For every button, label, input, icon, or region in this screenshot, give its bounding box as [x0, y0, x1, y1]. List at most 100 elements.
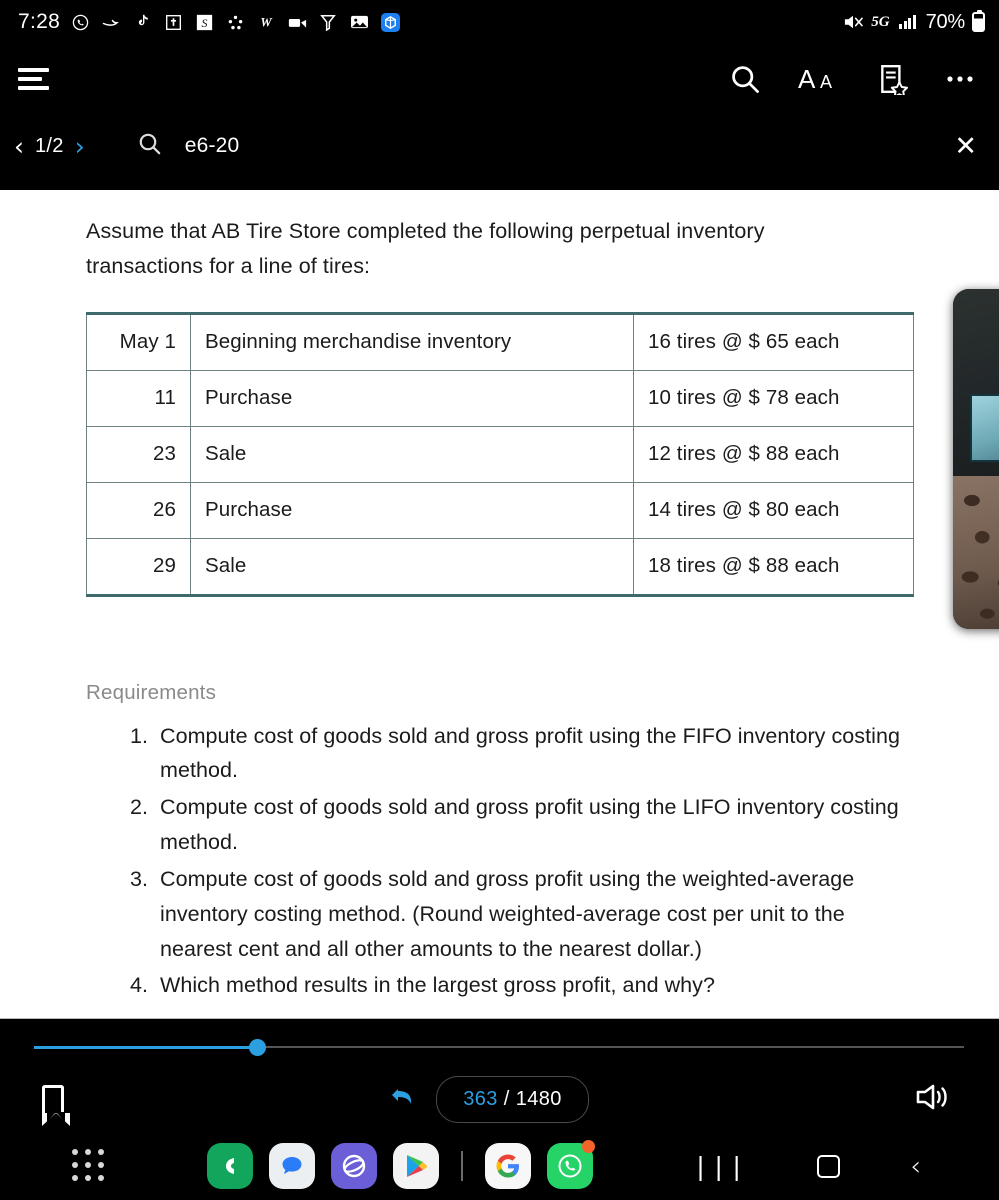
cell-description: Beginning merchandise inventory [190, 311, 634, 371]
list-item: Which method results in the largest gros… [154, 968, 913, 1003]
table-row: 26 Purchase 14 tires @ $ 80 each [86, 481, 914, 539]
table-row: 11 Purchase 10 tires @ $ 78 each [86, 369, 914, 427]
cell-description: Sale [190, 537, 634, 597]
table-row: 23 Sale 12 tires @ $ 88 each [86, 425, 914, 483]
bookmark-list-icon[interactable] [877, 63, 909, 95]
app-toolbar: AA [0, 48, 999, 110]
font-size-icon[interactable]: AA [797, 64, 841, 94]
problem-intro-text: Assume that AB Tire Store completed the … [86, 219, 765, 278]
cell-amount: 14 tires @ $ 80 each [633, 481, 914, 539]
find-previous-button[interactable]: ‹ [14, 134, 24, 159]
svg-text:A: A [798, 64, 816, 94]
smartthings-icon [224, 11, 246, 33]
cell-date: 26 [86, 481, 191, 539]
network-type-label: 5G [871, 13, 890, 30]
gallery-icon [348, 11, 370, 33]
inventory-transactions-table: May 1 Beginning merchandise inventory 16… [86, 311, 914, 597]
find-match-counter: 1/2 [35, 134, 64, 157]
signal-strength-icon [897, 11, 919, 33]
cell-amount: 12 tires @ $ 88 each [633, 425, 914, 483]
blue-app-icon [379, 11, 401, 33]
arrow-icon [100, 11, 122, 33]
find-query-group[interactable]: e6-20 [137, 131, 240, 162]
mute-icon [842, 11, 864, 33]
table-body: May 1 Beginning merchandise inventory 16… [86, 311, 914, 597]
document-content: Assume that AB Tire Store completed the … [0, 190, 999, 1005]
messages-app-icon[interactable] [268, 1143, 315, 1189]
toolbar-actions: AA [729, 63, 977, 95]
current-page-number: 363 [463, 1087, 498, 1110]
samsung-notes-icon: S [193, 11, 215, 33]
document-page[interactable]: Assume that AB Tire Store completed the … [0, 190, 999, 1018]
pip-video-screen [970, 394, 999, 463]
whatsapp-icon [69, 11, 91, 33]
google-app-icon[interactable] [484, 1143, 531, 1189]
dock-divider [460, 1151, 463, 1181]
cell-description: Purchase [190, 369, 634, 427]
cell-amount: 18 tires @ $ 88 each [633, 537, 914, 597]
app-drawer-icon[interactable] [72, 1149, 106, 1183]
page-indicator-group: 363 / 1480 [64, 1075, 913, 1123]
pip-video-lower [953, 476, 999, 629]
requirements-list: Compute cost of goods sold and gross pro… [86, 719, 913, 1004]
cell-description: Purchase [190, 481, 634, 539]
cell-amount: 10 tires @ $ 78 each [633, 369, 914, 427]
home-button[interactable] [817, 1154, 841, 1178]
search-icon[interactable] [729, 63, 761, 95]
status-bar-right: 5G 70% [842, 10, 985, 34]
page-indicator[interactable]: 363 / 1480 [436, 1075, 589, 1123]
status-clock: 7:28 [18, 10, 61, 33]
whatsapp-app-icon[interactable] [546, 1140, 595, 1189]
samsung-internet-app-icon[interactable] [330, 1143, 377, 1189]
battery-percent-label: 70% [925, 10, 966, 33]
status-bar: 7:28 S W 5G 70% [0, 0, 999, 44]
menu-icon[interactable] [18, 65, 52, 93]
recents-button[interactable]: ||| [693, 1152, 747, 1181]
find-next-button[interactable]: › [75, 134, 85, 159]
word-icon: W [255, 11, 277, 33]
phone-screen: 7:28 S W 5G 70% A A ‹ 1/2 › e6-20 ✕ Assu… [0, 0, 999, 1200]
cell-date: 29 [86, 537, 191, 597]
play-store-app-icon[interactable] [392, 1143, 439, 1189]
bible-icon [162, 11, 184, 33]
find-counter-group: ‹ 1/2 › [14, 134, 85, 159]
list-item: Compute cost of goods sold and gross pro… [154, 862, 913, 966]
cell-description: Sale [190, 425, 634, 483]
table-row: May 1 Beginning merchandise inventory 16… [86, 311, 914, 371]
navigation-keys: ||| ‹ [693, 1151, 921, 1182]
svg-text:S: S [201, 15, 207, 29]
speaker-icon[interactable] [913, 1080, 953, 1119]
svg-text:W: W [260, 16, 273, 30]
slider-thumb[interactable] [249, 1039, 267, 1056]
cell-date: 23 [86, 425, 191, 483]
cell-amount: 16 tires @ $ 65 each [633, 311, 914, 371]
bookmark-icon[interactable] [42, 1085, 70, 1126]
tiktok-icon [131, 11, 153, 33]
total-page-count: 1480 [515, 1087, 562, 1110]
dock-app-shortcuts [106, 1140, 693, 1189]
reader-bottom-bar: 363 / 1480 [0, 1018, 999, 1130]
battery-icon [972, 10, 985, 32]
table-row: 29 Sale 18 tires @ $ 88 each [86, 537, 914, 597]
camcorder-icon [286, 11, 308, 33]
requirements-heading: Requirements [86, 680, 217, 704]
list-item: Compute cost of goods sold and gross pro… [154, 790, 913, 860]
slider-fill [34, 1046, 258, 1049]
notification-badge [581, 1140, 595, 1153]
list-item: Compute cost of goods sold and gross pro… [154, 719, 913, 789]
page-separator: / [503, 1087, 510, 1110]
search-icon [137, 131, 163, 162]
svg-text:A: A [820, 72, 832, 92]
cell-date: May 1 [86, 311, 191, 371]
status-bar-left: 7:28 S W [18, 10, 842, 34]
undo-icon[interactable] [388, 1083, 418, 1115]
phone-app-icon[interactable] [206, 1143, 253, 1189]
find-bar: ‹ 1/2 › e6-20 ✕ [0, 115, 999, 177]
back-button[interactable]: ‹ [910, 1151, 921, 1182]
cell-date: 11 [86, 369, 191, 427]
page-progress-slider[interactable] [34, 1035, 964, 1059]
more-options-icon[interactable] [945, 74, 977, 84]
close-icon[interactable]: ✕ [954, 133, 977, 160]
search-input[interactable]: e6-20 [185, 134, 240, 158]
picture-in-picture-video[interactable] [953, 289, 999, 629]
